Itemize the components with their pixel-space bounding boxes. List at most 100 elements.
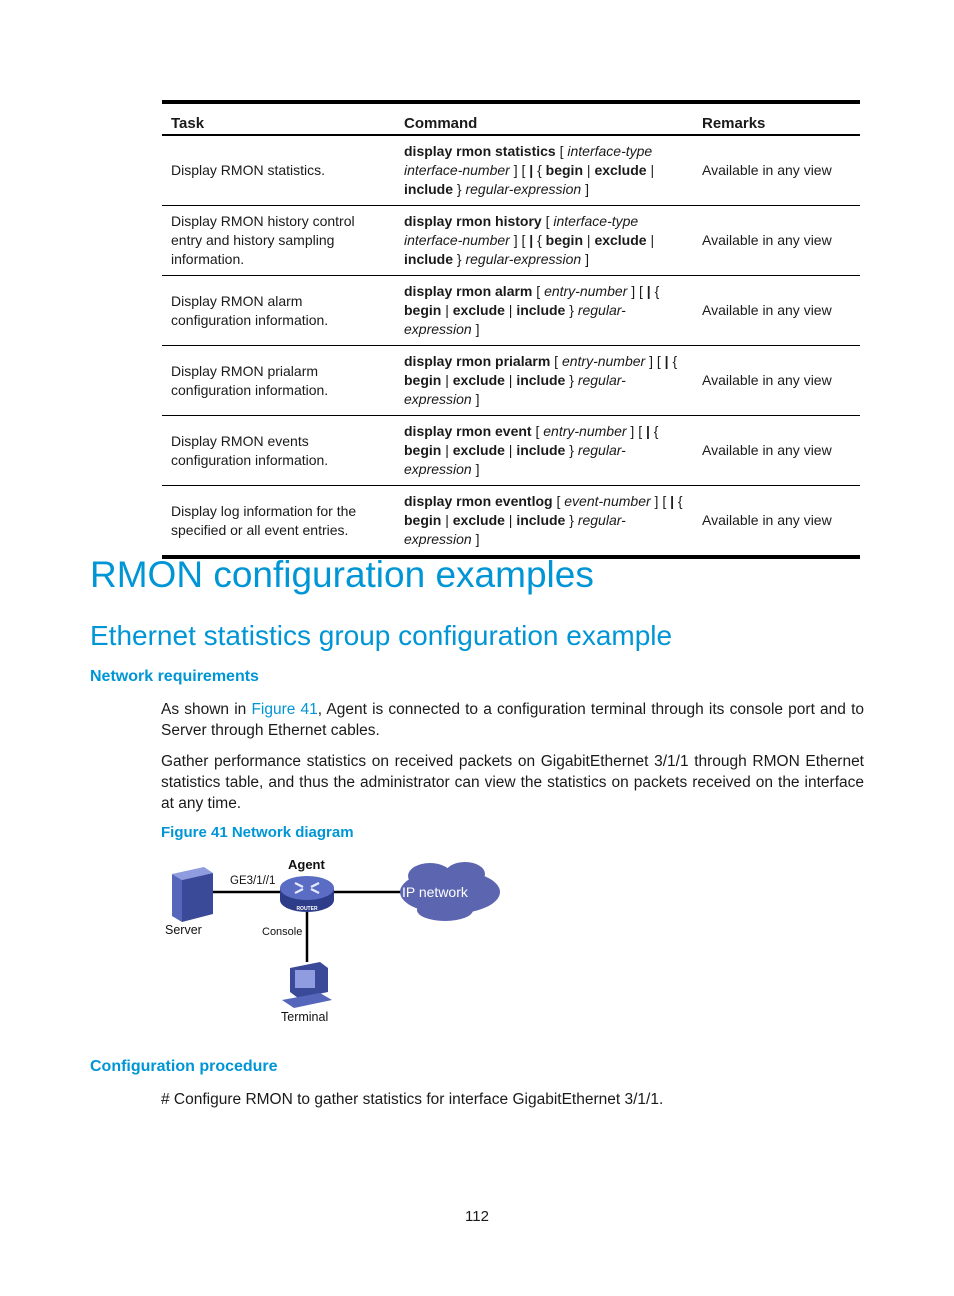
command-syntax: ] xyxy=(471,321,480,337)
command-syntax: | xyxy=(441,442,453,458)
command-syntax: { xyxy=(649,423,659,439)
command-syntax: | xyxy=(646,232,655,248)
task-cell: Display log information for the specifie… xyxy=(162,485,395,559)
header-remarks: Remarks xyxy=(702,114,766,132)
command-syntax: | xyxy=(441,302,453,318)
remarks-cell: Available in any view xyxy=(693,345,860,416)
command-syntax: | xyxy=(441,372,453,388)
command-syntax: | xyxy=(504,372,517,388)
command-syntax: ] [ xyxy=(650,493,671,509)
command-syntax: [ xyxy=(541,213,554,229)
remarks-cell: Available in any view xyxy=(693,415,860,486)
command-cell: display rmon history [ interface-type in… xyxy=(395,205,693,276)
agent-label: Agent xyxy=(288,857,325,872)
command-syntax: ] [ xyxy=(645,353,665,369)
command-syntax: ] xyxy=(471,391,480,407)
header-command: Command xyxy=(404,114,478,132)
command-keyword: include xyxy=(516,512,566,528)
figure-41-link[interactable]: Figure 41 xyxy=(251,701,317,718)
command-keyword: begin xyxy=(404,372,442,388)
command-syntax: | xyxy=(441,512,453,528)
command-keyword: begin xyxy=(404,302,442,318)
command-table: Task Command Remarks Display RMON statis… xyxy=(162,100,860,559)
router-badge: ROUTER xyxy=(296,906,318,912)
command-syntax: } xyxy=(453,181,466,197)
command-syntax: ] [ xyxy=(509,162,530,178)
table-row: Display RMON history control entry and h… xyxy=(162,205,860,276)
command-argument: event-number xyxy=(564,493,651,509)
command-argument: entry-number xyxy=(544,283,628,299)
command-keyword: begin xyxy=(404,512,442,528)
configuration-procedure-heading: Configuration procedure xyxy=(90,1058,278,1075)
command-keyword: exclude xyxy=(452,442,505,458)
command-syntax: ] [ xyxy=(627,283,647,299)
command-keyword: display rmon event xyxy=(404,423,532,439)
terminal-icon xyxy=(282,962,332,1008)
ip-network-label: IP network xyxy=(402,884,468,900)
task-cell: Display RMON events configuration inform… xyxy=(162,415,395,486)
command-syntax: { xyxy=(668,353,678,369)
command-syntax: ] xyxy=(581,251,589,267)
section-title: RMON configuration examples xyxy=(90,554,594,595)
command-keyword: include xyxy=(404,181,454,197)
command-syntax: { xyxy=(533,162,546,178)
router-icon: ROUTER xyxy=(280,876,334,912)
command-keyword: begin xyxy=(545,162,584,178)
table-row: Display RMON events configuration inform… xyxy=(162,415,860,486)
intro-paragraph: As shown in Figure 41, Agent is connecte… xyxy=(161,699,864,741)
task-cell: Display RMON history control entry and h… xyxy=(162,205,395,276)
command-syntax: ] xyxy=(581,181,589,197)
command-keyword: include xyxy=(404,251,454,267)
command-syntax: } xyxy=(565,302,578,318)
command-argument: entry-number xyxy=(543,423,627,439)
terminal-label: Terminal xyxy=(281,1010,329,1024)
command-argument: interface-type xyxy=(567,143,653,159)
command-keyword: display rmon eventlog xyxy=(404,493,553,509)
procedure-step: # Configure RMON to gather statistics fo… xyxy=(161,1091,664,1108)
command-syntax: | xyxy=(646,162,655,178)
command-syntax: ] [ xyxy=(509,232,530,248)
command-keyword: display rmon history xyxy=(404,213,542,229)
command-syntax: [ xyxy=(532,283,545,299)
command-keyword: include xyxy=(516,302,566,318)
subsection-title: Ethernet statistics group configuration … xyxy=(90,620,673,651)
command-keyword: include xyxy=(516,442,566,458)
command-keyword: display rmon alarm xyxy=(404,283,533,299)
network-diagram: ROUTER Agent GE3/1//1 Server Console Ter… xyxy=(160,850,510,1030)
command-cell: display rmon statistics [ interface-type… xyxy=(395,135,693,206)
command-syntax: ] xyxy=(471,461,480,477)
command-keyword: exclude xyxy=(452,372,505,388)
command-syntax: [ xyxy=(552,493,565,509)
task-cell: Display RMON prialarm configuration info… xyxy=(162,345,395,416)
command-cell: display rmon alarm [ entry-number ] [ | … xyxy=(395,275,693,346)
remarks-cell: Available in any view xyxy=(693,205,860,276)
command-syntax: } xyxy=(565,442,578,458)
command-keyword: exclude xyxy=(594,232,647,248)
page-number: 112 xyxy=(465,1208,489,1225)
intro-text-start: As shown in xyxy=(161,701,252,718)
command-argument: interface-number xyxy=(404,162,510,178)
diagram-canvas: ROUTER xyxy=(172,862,500,1008)
command-syntax: | xyxy=(504,512,517,528)
remarks-cell: Available in any view xyxy=(693,135,860,206)
command-syntax: | xyxy=(583,162,595,178)
command-keyword: begin xyxy=(404,442,442,458)
command-cell: display rmon event [ entry-number ] [ | … xyxy=(395,415,693,486)
table-row: Display log information for the specifie… xyxy=(162,485,860,559)
command-keyword: begin xyxy=(545,232,584,248)
table-header-row: Task Command Remarks xyxy=(162,102,860,135)
command-argument: regular-expression xyxy=(465,181,582,197)
command-keyword: display rmon statistics xyxy=(404,143,556,159)
command-keyword: include xyxy=(516,372,566,388)
command-syntax: [ xyxy=(555,143,568,159)
requirements-paragraph: Gather performance statistics on receive… xyxy=(161,753,864,812)
command-argument: regular-expression xyxy=(465,251,582,267)
command-syntax: ] [ xyxy=(626,423,646,439)
command-cell: display rmon eventlog [ event-number ] [… xyxy=(395,485,693,559)
server-icon xyxy=(172,867,213,922)
interface-label: GE3/1//1 xyxy=(230,875,276,887)
table-row: Display RMON alarm configuration informa… xyxy=(162,275,860,346)
command-syntax: } xyxy=(453,251,466,267)
command-syntax: ] xyxy=(471,531,480,547)
figure-caption: Figure 41 Network diagram xyxy=(161,824,354,841)
